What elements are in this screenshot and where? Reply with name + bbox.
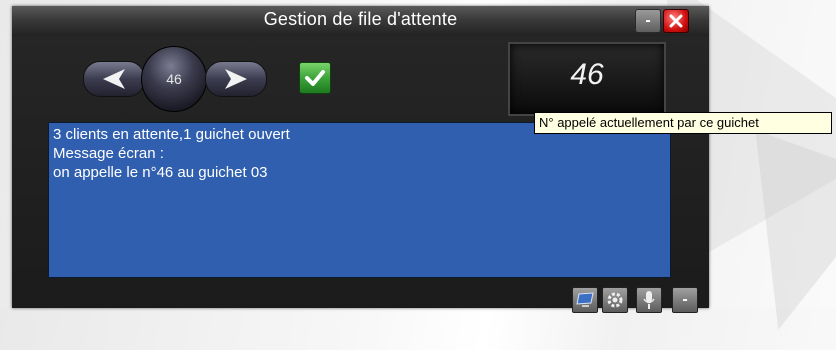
close-icon xyxy=(669,14,683,28)
minimize-button[interactable]: - xyxy=(635,9,661,33)
microphone-button[interactable] xyxy=(636,287,662,313)
called-number: 46 xyxy=(570,58,604,91)
validate-button[interactable] xyxy=(299,62,331,94)
called-number-display: 46 xyxy=(508,42,666,116)
message-line: on appelle le n°46 au guichet 03 xyxy=(53,164,268,181)
background-decoration xyxy=(693,129,836,350)
current-ticket-number: 46 xyxy=(141,46,207,112)
collapse-button[interactable]: - xyxy=(672,287,698,313)
microphone-icon xyxy=(643,291,655,309)
called-number-tooltip: N° appelé actuellement par ce guichet xyxy=(534,112,832,134)
checkmark-icon xyxy=(305,70,325,86)
arrow-left-icon xyxy=(103,69,125,89)
monitor-icon xyxy=(576,292,594,307)
message-panel[interactable]: 3 clients en attente,1 guichet ouvert Me… xyxy=(48,122,671,278)
arrow-right-icon xyxy=(225,69,247,89)
title-bar[interactable]: Gestion de file d'attente - xyxy=(12,6,709,36)
next-ticket-button[interactable] xyxy=(205,61,267,97)
queue-window: Gestion de file d'attente - 46 46 3 clie… xyxy=(12,6,709,313)
settings-button[interactable] xyxy=(602,287,628,313)
window-title: Gestion de file d'attente xyxy=(263,9,458,29)
previous-ticket-button[interactable] xyxy=(83,61,145,97)
close-button[interactable] xyxy=(663,9,689,33)
screen-button[interactable] xyxy=(572,287,598,313)
settings-icon xyxy=(607,292,623,308)
message-line: Message écran : xyxy=(53,145,164,162)
